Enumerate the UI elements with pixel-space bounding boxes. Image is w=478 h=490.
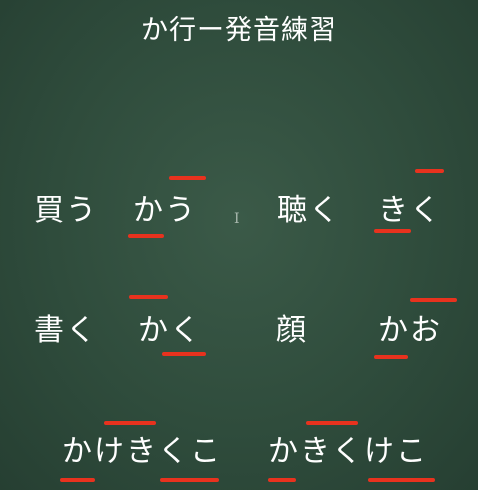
page-title: か行ー発音練習 xyxy=(141,15,337,46)
pitch-accent-mark xyxy=(374,229,411,233)
kanji-word: 書く xyxy=(34,313,98,348)
kana-drill: かきくけこ xyxy=(268,434,428,469)
pitch-accent-mark xyxy=(410,298,457,302)
pitch-accent-mark xyxy=(129,295,168,299)
pitch-accent-mark xyxy=(374,355,408,359)
kana-reading: きく xyxy=(378,193,442,228)
pitch-accent-mark xyxy=(268,478,296,482)
kana-reading: かく xyxy=(138,313,202,348)
kana-drill: かけきくこ xyxy=(62,434,222,469)
chalkboard: か行ー発音練習 買う かう 聴く きく 書く かく 顔 かお かけきくこ かきく… xyxy=(0,0,478,490)
pitch-accent-mark xyxy=(368,478,435,482)
kana-reading: かお xyxy=(378,313,442,348)
pitch-accent-mark xyxy=(60,478,95,482)
pitch-accent-mark xyxy=(162,352,206,356)
pitch-accent-mark xyxy=(415,169,444,173)
kanji-word: 買う xyxy=(34,193,98,228)
pitch-accent-mark xyxy=(306,421,358,425)
kana-reading: かう xyxy=(133,193,197,228)
pitch-accent-mark xyxy=(128,234,164,238)
kanji-word: 聴く xyxy=(277,193,341,228)
kanji-word: 顔 xyxy=(276,313,308,348)
pitch-accent-mark xyxy=(104,421,156,425)
text-cursor-icon: I xyxy=(234,211,240,227)
pitch-accent-mark xyxy=(160,478,219,482)
pitch-accent-mark xyxy=(169,176,206,180)
